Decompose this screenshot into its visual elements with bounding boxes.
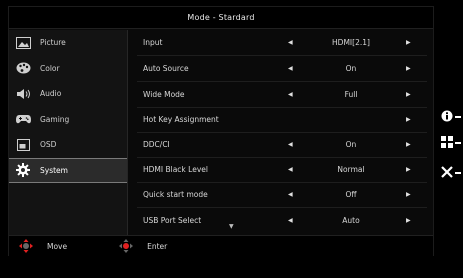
sidebar-item-audio[interactable]: Audio bbox=[9, 81, 127, 107]
arrow-left-icon[interactable]: ◀ bbox=[288, 141, 293, 148]
setting-row-hdmi-black-level[interactable]: HDMI Black Level ◀ Normal ▶ bbox=[129, 157, 429, 182]
sidebar-item-label: Gaming bbox=[40, 114, 70, 124]
sidebar-item-label: Picture bbox=[40, 38, 66, 48]
close-hotkey[interactable] bbox=[441, 164, 463, 182]
hotkey-dash bbox=[455, 142, 461, 144]
arrow-left-icon[interactable]: ◀ bbox=[288, 166, 293, 173]
setting-value: Off bbox=[345, 190, 357, 199]
osd-title: Mode - Stardard bbox=[9, 7, 433, 29]
arrow-left-icon[interactable]: ◀ bbox=[288, 39, 293, 46]
menu-hotkey[interactable] bbox=[441, 134, 463, 152]
sidebar-item-label: Color bbox=[40, 63, 60, 73]
setting-row-quick-start-mode[interactable]: Quick start mode ◀ Off ▶ bbox=[129, 182, 429, 207]
speaker-icon bbox=[15, 87, 31, 101]
setting-row-wide-mode[interactable]: Wide Mode ◀ Full ▶ bbox=[129, 82, 429, 107]
setting-label: DDC/CI bbox=[143, 140, 170, 149]
setting-row-input[interactable]: Input ◀ HDMI[2.1] ▶ bbox=[129, 30, 429, 55]
grid-icon bbox=[441, 136, 453, 150]
setting-value: On bbox=[345, 140, 357, 149]
arrow-right-icon[interactable]: ▶ bbox=[406, 191, 411, 198]
sidebar-item-osd[interactable]: OSD bbox=[9, 132, 127, 158]
gamepad-icon bbox=[15, 112, 31, 126]
arrow-right-icon[interactable]: ▶ bbox=[406, 91, 411, 98]
setting-row-hot-key-assignment[interactable]: Hot Key Assignment ▶ bbox=[129, 107, 429, 132]
scroll-down-icon[interactable]: ▼ bbox=[229, 223, 234, 230]
setting-value: Full bbox=[344, 90, 358, 99]
sidebar-item-label: OSD bbox=[40, 140, 57, 150]
setting-label: USB Port Select bbox=[143, 216, 202, 225]
sidebar: Picture Color Audio Gaming OSD System bbox=[9, 30, 128, 235]
settings-panel: Input ◀ HDMI[2.1] ▶ Auto Source ◀ On ▶ W… bbox=[129, 30, 433, 235]
sidebar-item-picture[interactable]: Picture bbox=[9, 30, 127, 56]
sidebar-item-label: System bbox=[40, 165, 68, 175]
enter-hint-label: Enter bbox=[147, 241, 168, 251]
setting-value: On bbox=[345, 64, 357, 73]
setting-row-auto-source[interactable]: Auto Source ◀ On ▶ bbox=[129, 56, 429, 81]
arrow-right-icon[interactable]: ▶ bbox=[406, 39, 411, 46]
arrow-right-icon[interactable]: ▶ bbox=[406, 166, 411, 173]
sidebar-item-color[interactable]: Color bbox=[9, 56, 127, 82]
setting-row-usb-port-select[interactable]: USB Port Select ◀ Auto ▶ bbox=[129, 208, 429, 233]
sidebar-item-system[interactable]: System bbox=[9, 157, 127, 183]
info-hotkey[interactable] bbox=[441, 108, 463, 126]
setting-label: Quick start mode bbox=[143, 190, 208, 199]
sidebar-item-gaming[interactable]: Gaming bbox=[9, 107, 127, 133]
sidebar-item-label: Audio bbox=[40, 89, 62, 99]
setting-label: Hot Key Assignment bbox=[143, 115, 219, 124]
osd-menu: Mode - Stardard Picture Color Audio Gami… bbox=[8, 6, 434, 256]
setting-value: Auto bbox=[342, 216, 360, 225]
setting-row-ddc-ci[interactable]: DDC/CI ◀ On ▶ bbox=[129, 132, 429, 157]
dpad-enter-icon bbox=[119, 239, 134, 253]
setting-value: HDMI[2.1] bbox=[332, 38, 370, 47]
setting-label: Wide Mode bbox=[143, 90, 185, 99]
hotkey-dash bbox=[455, 116, 461, 118]
arrow-left-icon[interactable]: ◀ bbox=[288, 65, 293, 72]
arrow-left-icon[interactable]: ◀ bbox=[288, 91, 293, 98]
hotkey-bar bbox=[441, 108, 463, 186]
palette-icon bbox=[15, 61, 31, 75]
move-hint-label: Move bbox=[47, 241, 68, 251]
osd-icon bbox=[15, 138, 31, 152]
footer-hints: Move Enter bbox=[9, 235, 433, 256]
arrow-left-icon[interactable]: ◀ bbox=[288, 191, 293, 198]
setting-label: Auto Source bbox=[143, 64, 189, 73]
gear-icon bbox=[15, 163, 31, 178]
hotkey-dash bbox=[455, 172, 461, 174]
arrow-right-icon[interactable]: ▶ bbox=[406, 217, 411, 224]
setting-label: Input bbox=[143, 38, 163, 47]
close-icon bbox=[441, 166, 453, 180]
arrow-left-icon[interactable]: ◀ bbox=[288, 217, 293, 224]
dpad-move-icon bbox=[19, 239, 33, 253]
arrow-right-icon[interactable]: ▶ bbox=[406, 116, 411, 123]
setting-value: Normal bbox=[337, 165, 365, 174]
info-icon bbox=[441, 110, 453, 124]
arrow-right-icon[interactable]: ▶ bbox=[406, 141, 411, 148]
setting-label: HDMI Black Level bbox=[143, 165, 208, 174]
picture-icon bbox=[15, 36, 31, 50]
arrow-right-icon[interactable]: ▶ bbox=[406, 65, 411, 72]
